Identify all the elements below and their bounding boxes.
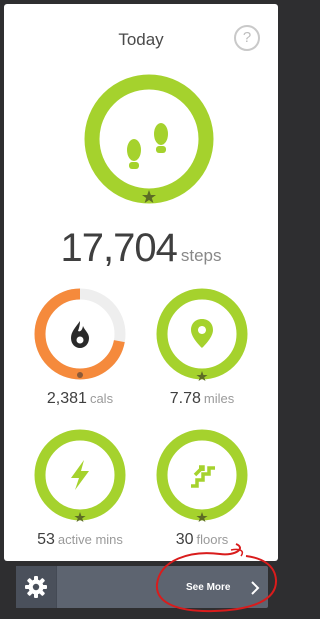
chevron-right-icon	[251, 581, 260, 595]
see-more-button[interactable]: See More	[166, 566, 266, 608]
gear-icon	[25, 576, 47, 598]
steps-count: 17,704 steps	[4, 226, 278, 271]
steps-ring[interactable]	[84, 74, 214, 204]
footprints-icon	[127, 123, 168, 169]
steps-value: 17,704	[60, 226, 178, 270]
calories-value: 2,381	[46, 390, 87, 407]
today-panel: Today ? 17,704 steps 2,381 cals 7.78 mil…	[4, 4, 278, 561]
bottom-bar: See More	[16, 566, 268, 608]
active-minutes-unit: active mins	[57, 532, 123, 547]
settings-button[interactable]	[16, 566, 57, 608]
stairs-icon	[191, 465, 215, 488]
floors-stat: 30 floors	[141, 531, 263, 549]
distance-ring[interactable]	[155, 287, 249, 381]
floors-unit: floors	[196, 532, 229, 547]
floors-value: 30	[175, 531, 194, 548]
distance-stat: 7.78 miles	[141, 390, 263, 408]
location-pin-icon	[191, 319, 213, 348]
active-minutes-value: 53	[37, 531, 55, 548]
calories-stat: 2,381 cals	[19, 390, 141, 408]
active-minutes-ring[interactable]	[33, 428, 127, 522]
steps-unit: steps	[180, 246, 222, 265]
distance-unit: miles	[203, 391, 235, 406]
help-button[interactable]: ?	[234, 25, 260, 51]
active-minutes-stat: 53 active mins	[19, 531, 141, 549]
lightning-icon	[71, 460, 89, 490]
flame-icon	[71, 321, 89, 348]
floors-ring[interactable]	[155, 428, 249, 522]
see-more-label: See More	[186, 582, 231, 593]
distance-value: 7.78	[169, 390, 201, 407]
calories-ring[interactable]	[33, 287, 127, 381]
calories-unit: cals	[89, 391, 114, 406]
